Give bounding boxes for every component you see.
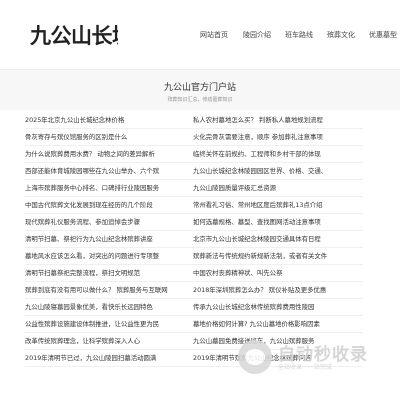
site-logo[interactable]: 九公山长城纪 xyxy=(30,20,118,50)
article-link[interactable]: 殡葬到底有没有用可以做什么？ 殡葬服务与互联网 xyxy=(25,282,195,299)
article-link[interactable]: 为什么说殡葬费用水费？ 动物之间的差异解析 xyxy=(25,146,195,163)
site-header: 九公山长城纪 网站首页 陵园介绍 班车路线 殡葬文化 优惠墓型 xyxy=(0,0,400,70)
article-list-right: 私人农村墓地怎么买？ 判断私人墓地规划流程 火化完骨灰需要注意，顺序 参加葬礼注意… xyxy=(193,112,363,367)
portal-subtitle: 殡葬知识汇总、修缮墓葬知识 xyxy=(167,97,233,103)
watermark-logo: 自动秒收录 全站收录 · 一站完成 xyxy=(238,338,388,378)
article-link[interactable]: 火化完骨灰需要注意，顺序 参加葬礼注意事项 xyxy=(193,129,363,146)
article-link[interactable]: 上海市殡葬服务中心排名、口碑排行业陵园服务 xyxy=(25,180,195,197)
article-link[interactable]: 九公山长城纪念林陵园园区世界、价格、交通、 xyxy=(193,163,363,180)
article-link[interactable]: 中国古代殡葬文化发展到现在经历的几个阶段 xyxy=(25,197,195,214)
article-link[interactable]: 清明节扫墓、祭祀行为九公山纪念林殡葬讲座 xyxy=(25,231,195,248)
article-link[interactable]: 2019年清明节已过，九公山陵园扫墓活动圆满 xyxy=(25,350,195,367)
article-link[interactable]: 骨灰寄存与殡仪馆服务的区别是什么 xyxy=(25,129,195,146)
article-link[interactable]: 公益性殡葬设施建设体制推进，让公益性更为民 xyxy=(25,316,195,333)
article-link[interactable]: 2018年深圳殡葬怎么办？ 殡仪补贴及更多优惠 xyxy=(193,282,363,299)
nav-cemetery-intro[interactable]: 陵园介绍 xyxy=(243,30,271,40)
portal-title: 九公山官方门户站 xyxy=(163,83,236,93)
article-link[interactable]: 改革传统殡葬理念，让科学殡葬深入人心 xyxy=(25,333,195,350)
article-link[interactable]: 西部还能体育城陵园哪些在九公山举办、六个殡 xyxy=(25,163,195,180)
nav-home[interactable]: 网站首页 xyxy=(200,30,228,40)
article-link[interactable]: 现代殡葬礼仪服务流程、参加追悼会步骤 xyxy=(25,214,195,231)
nav-shuttle-route[interactable]: 班车路线 xyxy=(285,30,313,40)
article-list-left: 2025年北京九公山长城纪念林价格 骨灰寄存与殡仪馆服务的区别是什么 为什么说殡葬费… xyxy=(25,112,195,367)
watermark-subtext: 全站收录 · 一站完成 xyxy=(278,364,332,371)
article-link[interactable]: 墓地价格如何计算? 九公山墓地价格影响因素 xyxy=(193,316,363,333)
article-link[interactable]: 如何选墓规格、墓型、查找图网活动注意事项 xyxy=(193,214,363,231)
article-link[interactable]: 2025年北京九公山长城纪念林价格 xyxy=(25,112,195,129)
watermark-icon xyxy=(238,340,272,374)
article-link[interactable]: 中国农村丧葬精神状、叫先公祭 xyxy=(193,265,363,282)
article-link[interactable]: 临终关怀在前规约、工程师和乡村干部的体现 xyxy=(193,146,363,163)
article-link[interactable]: 北京市九公山长城纪念林陵园交通具体有日程 xyxy=(193,231,363,248)
article-link[interactable]: 清明节扫墓祭祀完整流程，祭扫文明规范 xyxy=(25,265,195,282)
nav-discount-tombs[interactable]: 优惠墓型 xyxy=(369,30,397,40)
article-link[interactable]: 常州看礼习俗、常州地区度后殡葬礼13点介绍 xyxy=(193,197,363,214)
main-nav: 网站首页 陵园介绍 班车路线 殡葬文化 优惠墓型 xyxy=(200,30,400,40)
nav-funeral-culture[interactable]: 殡葬文化 xyxy=(327,30,355,40)
article-link[interactable]: 传承九公山长城纪念林传统殡葬费用性陵园 xyxy=(193,299,363,316)
article-link[interactable]: 九公山陵寝墓园景象优美，看快乐长远园特色 xyxy=(25,299,195,316)
article-link[interactable]: 私人农村墓地怎么买？ 判断私人墓地规划流程 xyxy=(193,112,363,129)
article-link[interactable]: 殡葬新法与传统规约新规新法制，或者有关文件 xyxy=(193,248,363,265)
article-link[interactable]: 墓地风水应该怎么看，对突出的问题进行专项整 xyxy=(25,248,195,265)
article-link[interactable]: 九公山陵园质量评级汇总资源 xyxy=(193,180,363,197)
